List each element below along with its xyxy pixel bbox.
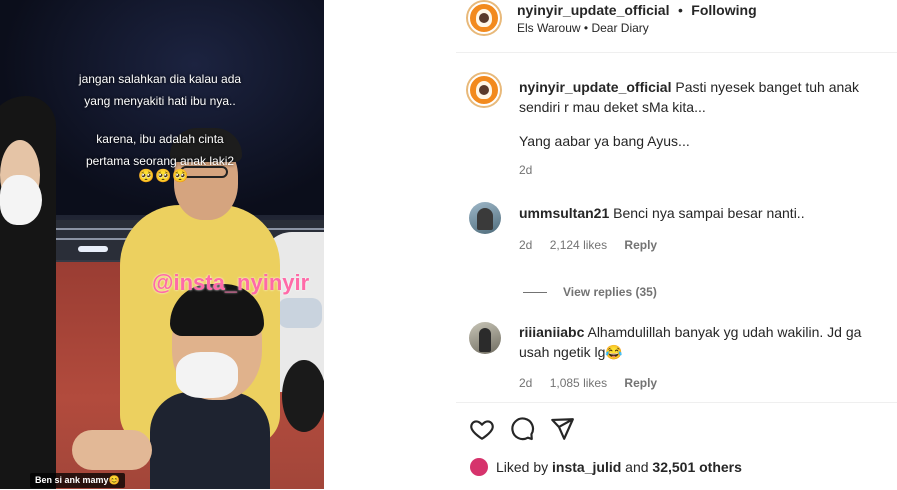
video-car-wheel — [282, 360, 324, 432]
liked-by-others[interactable]: 32,501 others — [652, 459, 742, 475]
heart-icon[interactable] — [469, 416, 495, 442]
comment-username[interactable]: riiianiiabc — [519, 324, 584, 340]
view-replies-line — [523, 292, 547, 294]
video-car-light — [278, 298, 322, 328]
video-kid — [150, 392, 270, 489]
header-separator: • — [677, 2, 683, 18]
comment-body: riiianiiabc Alhamdulillah banyak yg udah… — [519, 322, 889, 362]
commenter-avatar[interactable] — [469, 322, 501, 354]
post-side-panel: nyinyir_update_official • Following Els … — [456, 0, 897, 489]
post-video[interactable]: jangan salahkan dia kalau ada yang menya… — [0, 0, 324, 489]
avatar-figure — [479, 328, 491, 352]
liked-by-prefix: Liked by — [496, 459, 549, 475]
video-watermark: @insta_nyinyir — [152, 270, 310, 295]
avatar-figure — [477, 208, 493, 230]
comment-text: Benci nya sampai besar nanti.. — [613, 205, 805, 221]
video-hand — [72, 430, 152, 470]
video-overlay-text-2: karena, ibu adalah cinta pertama seorang… — [85, 132, 235, 168]
video-overlay-text-1: jangan salahkan dia kalau ada yang menya… — [78, 72, 242, 108]
liked-by: Liked by insta_julid and 32,501 others — [470, 458, 742, 477]
caption-body: nyinyir_update_official Pasti nyesek ban… — [519, 77, 897, 117]
comment-body: ummsultan21 Benci nya sampai besar nanti… — [519, 203, 805, 223]
post-header: nyinyir_update_official • Following Els … — [456, 0, 897, 53]
caption-avatar[interactable] — [468, 74, 500, 106]
caption-time[interactable]: 2d — [519, 163, 532, 177]
comment-time[interactable]: 2d — [519, 376, 532, 390]
caption-username[interactable]: nyinyir_update_official — [519, 79, 671, 95]
comment-likes[interactable]: 2,124 likes — [550, 238, 607, 252]
action-bar: Liked by insta_julid and 32,501 others — [456, 402, 897, 490]
share-icon[interactable] — [549, 416, 575, 442]
view-replies-button[interactable]: View replies (35) — [523, 285, 657, 299]
comment-meta: 2d 2,124 likes Reply — [519, 238, 671, 252]
caption-text-2: Yang aabar ya bang Ayus... — [519, 133, 690, 149]
liked-by-user[interactable]: insta_julid — [552, 459, 621, 475]
comment-likes[interactable]: 1,085 likes — [550, 376, 607, 390]
video-woman-mask — [0, 175, 42, 225]
video-emojis: 🥺🥺🥺 — [138, 168, 190, 183]
avatar-hair — [479, 85, 489, 95]
video-lamp — [78, 246, 108, 252]
reply-button[interactable]: Reply — [624, 376, 657, 390]
audio-label[interactable]: Els Warouw • Dear Diary — [517, 21, 649, 35]
comment-time[interactable]: 2d — [519, 238, 532, 252]
view-replies-label: View replies (35) — [563, 285, 657, 299]
author-username[interactable]: nyinyir_update_official — [517, 2, 669, 18]
following-button[interactable]: Following — [691, 2, 756, 18]
comment-username[interactable]: ummsultan21 — [519, 205, 609, 221]
avatar-hair — [479, 13, 489, 23]
video-caption-tag: Ben si ank mamy😊 — [30, 473, 125, 488]
commenter-avatar[interactable] — [469, 202, 501, 234]
video-kid-mask — [176, 352, 238, 398]
reply-button[interactable]: Reply — [624, 238, 657, 252]
liked-by-and: and — [625, 459, 649, 475]
liker-avatar[interactable] — [470, 458, 488, 477]
author-avatar[interactable] — [468, 2, 500, 34]
comment-meta: 2d 1,085 likes Reply — [519, 376, 671, 390]
comment-icon[interactable] — [509, 416, 535, 442]
